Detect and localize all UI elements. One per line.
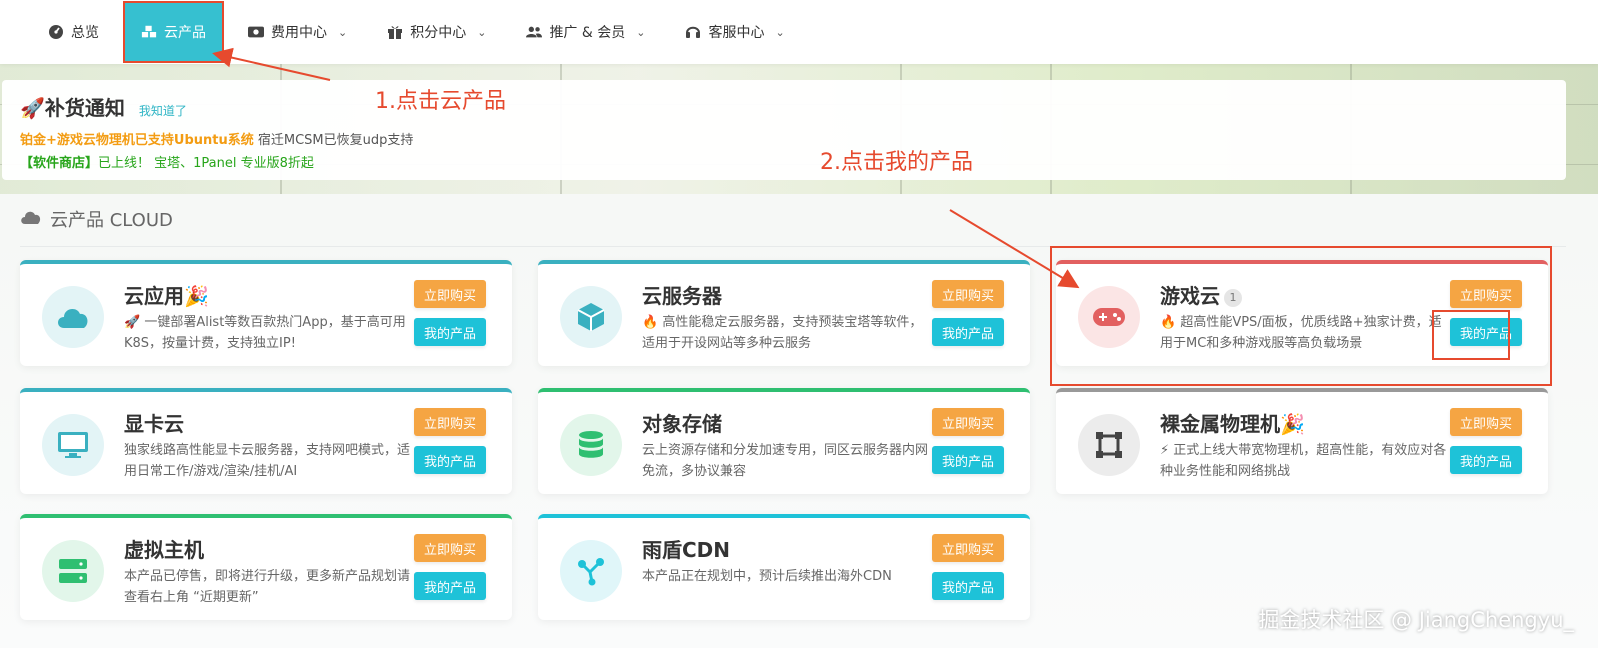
watermark: 掘金技术社区 @ JiangChengyu_ <box>1258 608 1574 632</box>
annotation-arrows <box>212 47 1080 289</box>
